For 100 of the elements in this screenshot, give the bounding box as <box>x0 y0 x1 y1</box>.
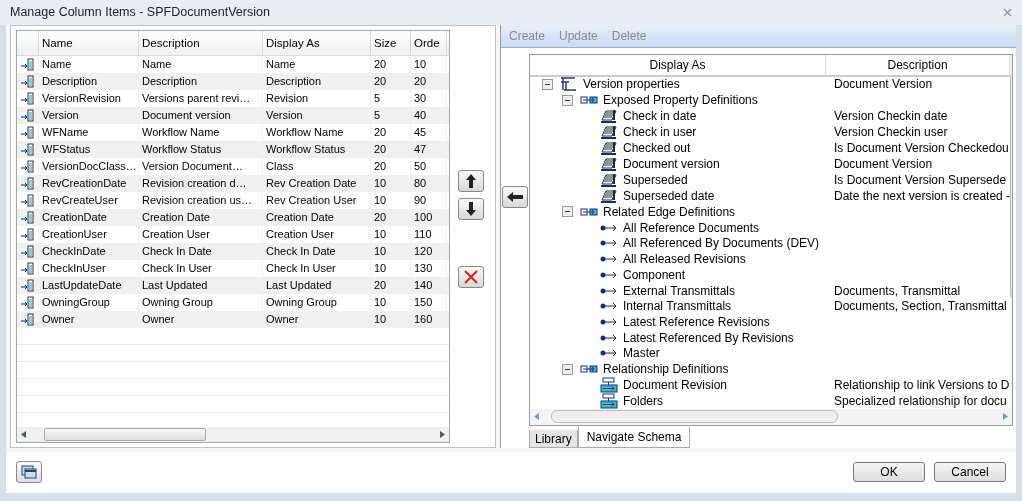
column-header[interactable]: Display As <box>263 30 371 55</box>
arrow-dot-icon <box>600 255 618 264</box>
collapse-toggle[interactable] <box>542 79 553 90</box>
tree-item[interactable]: Folders <box>623 393 663 408</box>
tree-item[interactable]: Check in date <box>623 109 697 124</box>
arrow-list-icon <box>21 244 34 258</box>
table-cell: 20 <box>374 126 387 139</box>
table-cell: 45 <box>414 126 427 139</box>
table-cell: Creation Date <box>142 211 210 224</box>
table-cell: 130 <box>414 262 433 275</box>
move-down-button[interactable] <box>458 197 484 220</box>
column-header[interactable]: Orde <box>411 30 447 55</box>
tree-item[interactable]: Check in user <box>623 125 697 140</box>
collapse-toggle[interactable] <box>562 206 573 218</box>
tree-item[interactable]: Latest Referenced By Revisions <box>623 330 794 345</box>
table-cell: CreationUser <box>42 228 107 241</box>
table-cell: OwningGroup <box>42 296 110 309</box>
tree-item[interactable]: Internal Transmittals <box>623 299 732 314</box>
table-cell: 140 <box>414 279 433 292</box>
tree-item[interactable]: Master <box>623 346 660 361</box>
tree-description: Version Checkin user <box>834 125 948 140</box>
arrow-dot-icon <box>600 239 618 248</box>
collapse-toggle[interactable] <box>562 363 573 375</box>
tree-item[interactable]: Document Revision <box>623 377 728 392</box>
table-cell: 47 <box>414 143 427 156</box>
tree-item[interactable]: Related Edge Definitions <box>603 204 736 219</box>
linked-boxes-icon <box>580 206 598 217</box>
column-header[interactable]: Description <box>139 30 263 55</box>
table-cell: Version <box>42 109 79 122</box>
scroll-left-icon[interactable] <box>21 430 26 438</box>
dialog-button[interactable]: OK <box>853 462 925 483</box>
tree-item[interactable]: External Transmittals <box>623 283 736 298</box>
property-sheet-icon <box>600 156 618 173</box>
column-header[interactable]: Name <box>39 30 139 55</box>
delete-button[interactable] <box>458 265 484 288</box>
arrow-list-icon <box>21 193 34 207</box>
table-cell: Owning Group <box>142 296 213 309</box>
tree-item[interactable]: All Referenced By Documents (DEV) <box>623 236 820 251</box>
tree-item[interactable]: Exposed Property Definitions <box>603 93 758 108</box>
collapse-toggle[interactable] <box>562 94 573 106</box>
table-cell: Creation Date <box>266 211 334 224</box>
table-cell: CheckInUser <box>42 262 106 275</box>
table-cell: RevCreationDate <box>42 177 127 190</box>
dialog-button[interactable]: Cancel <box>934 462 1006 483</box>
property-sheet-icon <box>600 108 618 125</box>
scroll-right-icon[interactable] <box>440 430 445 438</box>
arrow-list-icon <box>21 227 34 241</box>
table-cell: 20 <box>374 58 387 71</box>
tree-item[interactable]: Superseded date <box>623 189 715 204</box>
table-cell: Class <box>266 160 294 173</box>
table-cell: Rev Creation Date <box>266 177 357 190</box>
arrow-dot-icon <box>600 349 618 358</box>
tree-item[interactable]: Version properties <box>583 77 680 92</box>
tree-item[interactable]: Document version <box>623 157 720 172</box>
table-cell: 10 <box>374 194 387 207</box>
property-sheet-icon <box>600 188 618 205</box>
table-cell: Workflow Status <box>266 143 346 156</box>
tree-description: Documents, Section, Transmittal <box>834 299 1007 314</box>
table-cell: 10 <box>374 296 387 309</box>
tree-description: Documents, Transmittal <box>834 283 961 298</box>
tree-item[interactable]: Relationship Definitions <box>603 362 729 377</box>
window-title: Manage Column Items - SPFDocumentVersion <box>10 5 270 20</box>
tree-item[interactable]: Superseded <box>623 173 688 188</box>
table-cell: WFName <box>42 126 89 139</box>
move-left-button[interactable] <box>502 185 528 208</box>
property-sheet-icon <box>600 140 618 157</box>
table-cell: Workflow Name <box>266 126 344 139</box>
down-arrow-icon <box>465 200 477 217</box>
arrow-dot-icon <box>600 317 618 326</box>
property-sheet-icon <box>600 124 618 141</box>
tab[interactable]: Library <box>529 429 578 448</box>
tree-item[interactable]: Component <box>623 267 686 282</box>
table-cell: 10 <box>374 177 387 190</box>
table-cell: 90 <box>414 194 427 207</box>
table-cell: 30 <box>414 92 427 105</box>
tree-item[interactable]: All Reference Documents <box>623 220 760 235</box>
table-cell: 10 <box>374 228 387 241</box>
table-cell: 20 <box>374 75 387 88</box>
table-cell: 100 <box>414 211 433 224</box>
windows-icon <box>21 465 37 480</box>
table-cell: Owner <box>266 313 299 326</box>
tab[interactable]: Navigate Schema <box>577 426 691 448</box>
column-header[interactable]: Size <box>371 30 411 55</box>
property-sheet-icon <box>600 172 618 189</box>
column-header[interactable]: Display As <box>530 54 826 75</box>
linked-boxes-icon <box>580 95 598 106</box>
tree-item[interactable]: Latest Reference Revisions <box>623 314 770 329</box>
table-cell: 20 <box>374 160 387 173</box>
move-up-button[interactable] <box>458 169 484 192</box>
arrow-list-icon <box>21 312 34 326</box>
table-cell: Owner <box>42 313 75 326</box>
window-button[interactable] <box>16 461 42 484</box>
table-cell: Revision <box>266 92 309 105</box>
linked-boxes-icon <box>580 364 598 375</box>
table-cell: 10 <box>414 58 427 71</box>
arrow-dot-icon <box>600 223 618 232</box>
table-cell: Check In Date <box>142 245 212 258</box>
tree-item[interactable]: All Released Revisions <box>623 252 746 267</box>
table-cell: Last Updated <box>266 279 332 292</box>
tree-item[interactable]: Checked out <box>623 141 691 156</box>
